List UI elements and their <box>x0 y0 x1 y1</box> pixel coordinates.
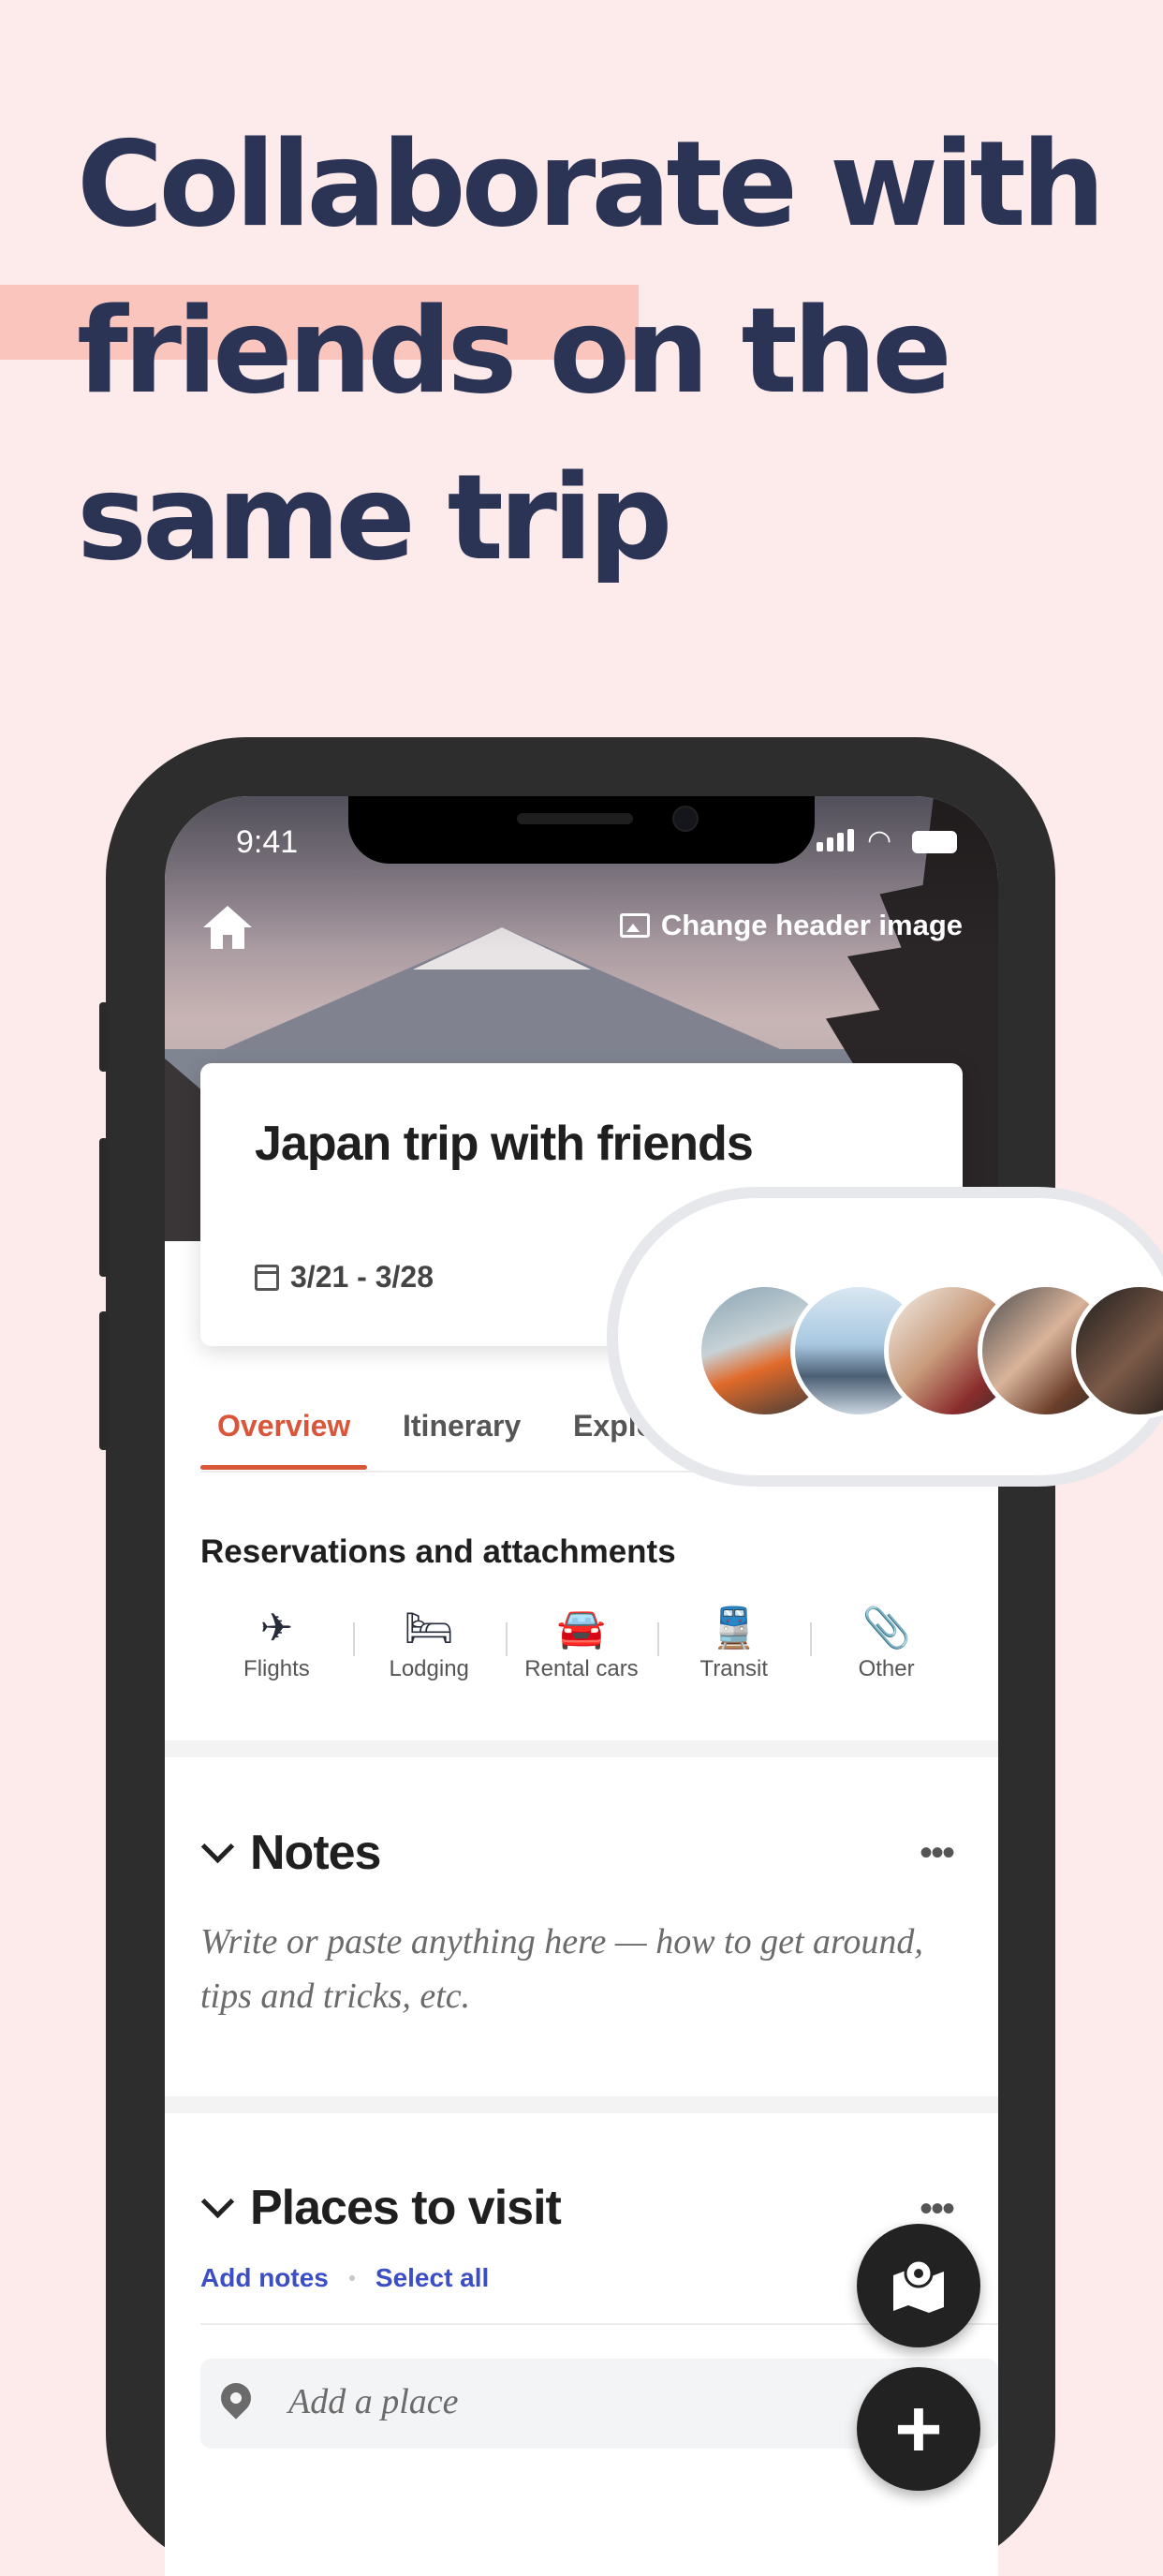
map-pin-icon <box>893 2258 944 2313</box>
status-time: 9:41 <box>236 824 299 860</box>
places-actions: Add notes Select all <box>200 2263 489 2293</box>
chevron-down-icon[interactable] <box>200 1829 235 1863</box>
reservation-transit[interactable]: 🚆 Transit <box>657 1604 810 1697</box>
reservation-label: Other <box>858 1656 915 1681</box>
paperclip-icon: 📎 <box>861 1606 911 1650</box>
headline-line-2: friends on the <box>77 282 952 420</box>
section-divider <box>165 2096 998 2113</box>
places-header[interactable]: Places to visit <box>200 2180 562 2236</box>
reservation-rental-cars[interactable]: 🚘 Rental cars <box>505 1604 658 1697</box>
front-camera <box>672 806 699 832</box>
phone-side-button <box>99 1002 109 1072</box>
calendar-icon <box>255 1264 279 1291</box>
add-fab-button[interactable]: + <box>857 2367 980 2491</box>
signal-icon <box>817 829 858 851</box>
places-title: Places to visit <box>250 2181 562 2235</box>
trip-dates-label: 3/21 - 3/28 <box>290 1260 434 1294</box>
phone-volume-down <box>99 1311 109 1450</box>
change-header-image-button[interactable]: Change header image <box>619 909 963 942</box>
reservation-lodging[interactable]: 🛏 Lodging <box>352 1604 506 1697</box>
train-icon: 🚆 <box>709 1606 758 1650</box>
reservations-title: Reservations and attachments <box>200 1533 676 1570</box>
notes-input[interactable]: Write or paste anything here — how to ge… <box>200 1915 950 2023</box>
add-notes-link[interactable]: Add notes <box>200 2263 329 2293</box>
car-icon: 🚘 <box>556 1606 607 1650</box>
reservation-flights[interactable]: ✈ Flights <box>200 1604 353 1697</box>
location-pin-icon <box>214 2376 258 2420</box>
image-icon <box>619 913 650 938</box>
reservation-label: Lodging <box>389 1656 469 1681</box>
headline-line-3: same trip <box>77 449 672 586</box>
reservation-other[interactable]: 📎 Other <box>810 1604 963 1697</box>
map-fab-button[interactable] <box>857 2224 980 2347</box>
section-divider <box>165 1740 998 1757</box>
bed-icon: 🛏 <box>404 1606 454 1650</box>
notch <box>348 796 815 864</box>
tab-itinerary[interactable]: Itinerary <box>403 1409 521 1443</box>
headline: Collaborate with friends on the same tri… <box>77 101 1107 601</box>
speaker <box>517 813 633 824</box>
headline-block: Collaborate with friends on the same tri… <box>0 101 1107 601</box>
reservation-label: Rental cars <box>524 1656 639 1681</box>
tab-active-indicator <box>200 1465 367 1470</box>
change-header-image-label: Change header image <box>660 909 963 941</box>
collaborators-pill <box>607 1187 1163 1487</box>
battery-icon <box>912 831 957 853</box>
headline-line-1: Collaborate with <box>77 115 1105 253</box>
reservation-label: Transit <box>699 1656 769 1681</box>
chevron-down-icon[interactable] <box>200 2184 235 2218</box>
trip-title[interactable]: Japan trip with friends <box>255 1116 754 1172</box>
select-all-link[interactable]: Select all <box>375 2263 489 2293</box>
reservations-row: ✈ Flights 🛏 Lodging 🚘 Rental cars 🚆 Tran… <box>200 1604 963 1697</box>
wifi-icon: ◠ <box>867 825 892 856</box>
trip-dates[interactable]: 3/21 - 3/28 <box>255 1260 434 1295</box>
add-place-placeholder: Add a place <box>288 2382 459 2421</box>
airplane-icon: ✈ <box>259 1606 293 1650</box>
home-icon[interactable] <box>200 903 255 952</box>
notes-more-icon[interactable]: ••• <box>920 1832 955 1874</box>
reservation-label: Flights <box>243 1656 310 1681</box>
phone-volume-up <box>99 1138 109 1277</box>
tab-overview[interactable]: Overview <box>217 1409 350 1443</box>
separator-dot <box>348 2275 355 2281</box>
notes-title: Notes <box>250 1826 381 1880</box>
notes-header[interactable]: Notes <box>200 1825 381 1881</box>
